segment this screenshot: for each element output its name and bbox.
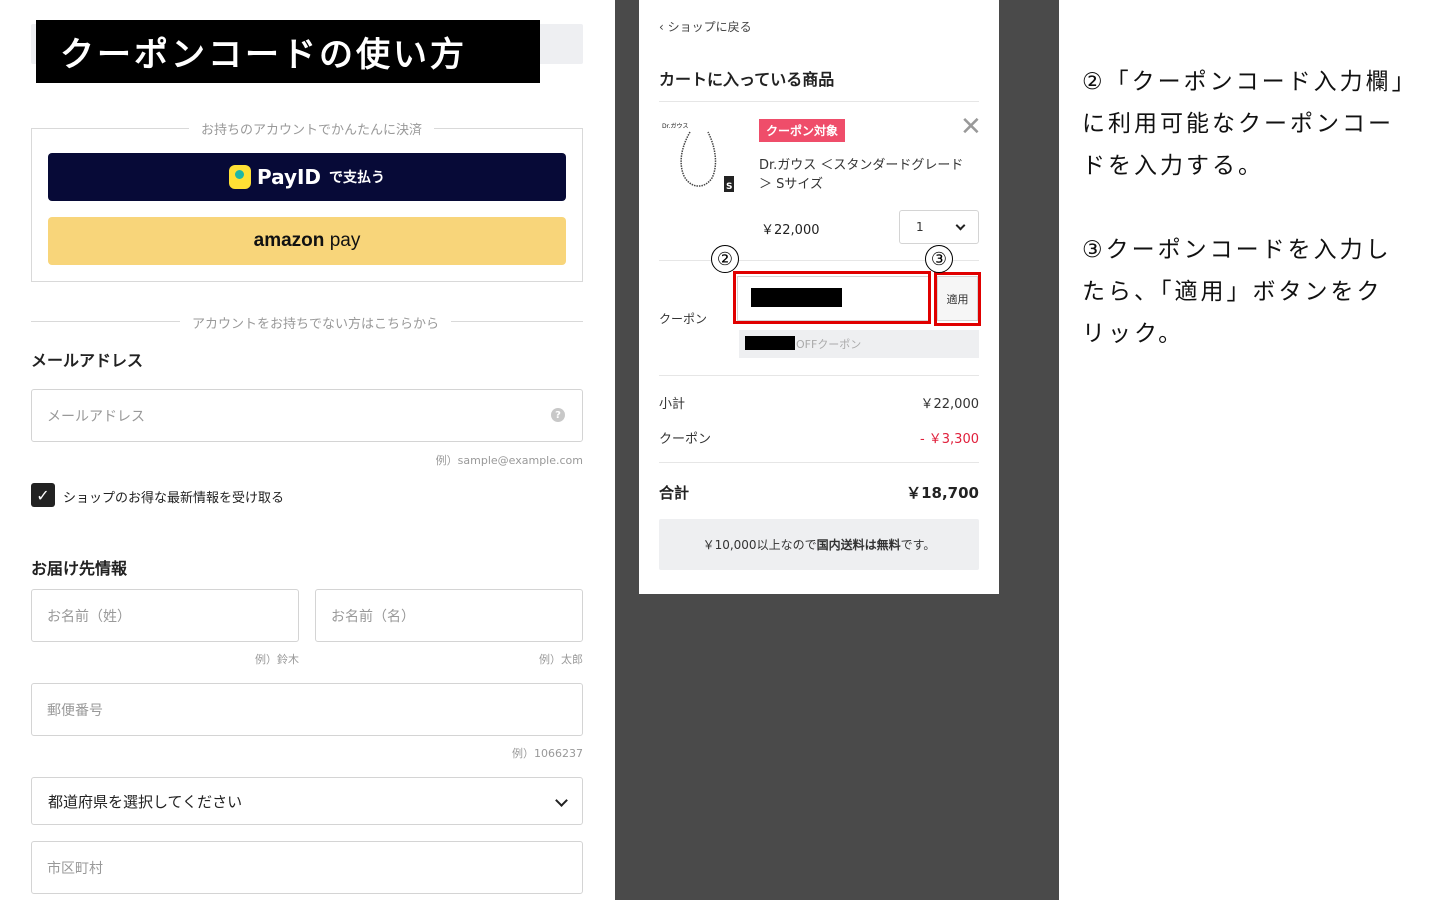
- chevron-left-icon: ‹: [659, 20, 664, 34]
- amazon-pay-button[interactable]: amazon pay: [48, 217, 566, 265]
- thumbnail-brand: Dr.ガウス: [662, 122, 688, 130]
- last-name-input[interactable]: お名前（姓）: [31, 589, 299, 642]
- chevron-down-icon: [555, 794, 568, 807]
- coupon-label: クーポン: [659, 312, 708, 326]
- last-name-hint: 例）鈴木: [255, 653, 299, 666]
- email-input[interactable]: メールアドレス ?: [31, 389, 583, 442]
- step-marker-2: ②: [711, 245, 739, 273]
- guest-divider-label: アカウントをお持ちでない方はこちらから: [180, 313, 452, 332]
- instruction-step-3: ③クーポンコードを入力したら、「適用」ボタンをクリック。: [1082, 237, 1392, 347]
- total-value: ￥18,700: [906, 484, 979, 502]
- checkout-form-panel: クーポンコードの使い方 お持ちのアカウントでかんたんに決済 PayID で支払う…: [0, 0, 615, 900]
- cart-title: カートに入っている商品: [659, 70, 835, 89]
- quantity-select[interactable]: 1: [899, 210, 979, 244]
- quantity-value: 1: [916, 220, 924, 234]
- payid-brand: PayID: [256, 165, 322, 189]
- newsletter-checkbox[interactable]: ✓: [31, 483, 55, 507]
- instruction-step-2: ②「クーポンコード入力欄」に利用可能なクーポンコードを入力する。: [1082, 69, 1407, 179]
- highlight-coupon-input: [733, 271, 931, 324]
- first-name-hint: 例）太郎: [539, 653, 583, 666]
- subtotal-label: 小計: [659, 397, 686, 412]
- divider: [659, 101, 979, 102]
- product-thumbnail: Dr.ガウス S: [662, 122, 734, 192]
- city-placeholder: 市区町村: [47, 860, 103, 877]
- email-heading: メールアドレス: [31, 351, 144, 370]
- discount-value: - ￥3,300: [919, 432, 979, 447]
- page-title-banner: クーポンコードの使い方: [36, 20, 540, 83]
- free-shipping-notice: ￥10,000以上なので 国内送料は無料 です。: [659, 519, 979, 570]
- payid-logo-icon: [228, 165, 251, 189]
- discount-label: クーポン: [659, 432, 712, 447]
- chevron-down-icon: [955, 220, 966, 231]
- postal-code-placeholder: 郵便番号: [47, 702, 103, 719]
- back-to-shop-label: ショップに戻る: [667, 20, 752, 34]
- redacted-coupon-amount: [745, 336, 795, 350]
- newsletter-label: ショップのお得な最新情報を受け取る: [63, 491, 285, 506]
- question-icon[interactable]: ?: [551, 408, 565, 422]
- highlight-apply-button: [934, 272, 981, 326]
- back-to-shop-link[interactable]: ‹ ショップに戻る: [659, 18, 752, 35]
- remove-item-icon[interactable]: ✕: [960, 114, 982, 140]
- divider: [659, 375, 979, 376]
- email-placeholder: メールアドレス: [47, 408, 145, 425]
- shipping-heading: お届け先情報: [31, 559, 128, 578]
- payid-button[interactable]: PayID で支払う: [48, 153, 566, 201]
- thumbnail-size: S: [726, 182, 732, 192]
- city-input[interactable]: 市区町村: [31, 841, 583, 894]
- product-name: Dr.ガウス ＜スタンダードグレード＞ Sサイズ: [759, 158, 964, 192]
- last-name-placeholder: お名前（姓）: [47, 608, 131, 625]
- postal-code-input[interactable]: 郵便番号: [31, 683, 583, 736]
- total-label: 合計: [659, 484, 690, 502]
- step-marker-3: ③: [925, 245, 953, 273]
- coupon-eligible-badge: クーポン対象: [759, 119, 846, 142]
- product-price: ￥22,000: [761, 223, 820, 238]
- divider: [659, 462, 979, 463]
- postal-code-hint: 例）1066237: [512, 747, 583, 760]
- prefecture-value: 都道府県を選択してください: [48, 792, 243, 811]
- subtotal-value: ￥22,000: [920, 397, 980, 412]
- email-hint: 例）sample@example.com: [435, 454, 583, 467]
- amazon-pay-logo: amazon pay: [253, 230, 361, 251]
- first-name-placeholder: お名前（名）: [331, 608, 415, 625]
- payid-suffix: で支払う: [329, 170, 386, 186]
- prefecture-select[interactable]: 都道府県を選択してください: [31, 777, 583, 825]
- applied-coupon-suffix: OFFクーポン: [796, 338, 862, 351]
- first-name-input[interactable]: お名前（名）: [315, 589, 583, 642]
- express-payment-label: お持ちのアカウントでかんたんに決済: [189, 119, 435, 138]
